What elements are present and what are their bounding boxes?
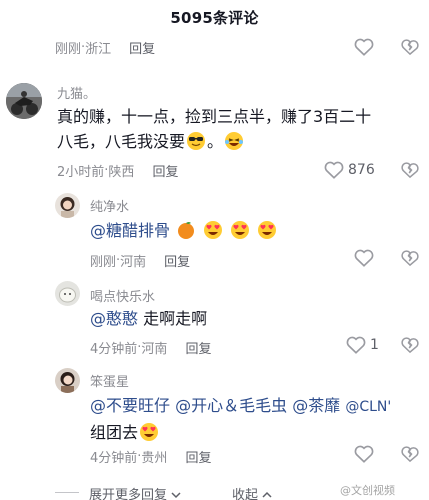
broken-heart-icon	[401, 250, 419, 267]
like-count: 876	[348, 162, 375, 178]
like-button[interactable]	[354, 249, 374, 267]
comment-time: 刚刚	[55, 42, 82, 57]
top-comment-meta: 刚刚 · 浙江 回复	[55, 38, 156, 57]
comment-count-title: 5095条评论	[170, 8, 259, 27]
chevron-down-icon	[171, 492, 181, 499]
comment-text-line: 八毛，八毛我没要。	[57, 129, 422, 154]
laughing-tears-emoji	[224, 131, 244, 151]
like-button[interactable]: 1	[346, 336, 379, 354]
heart-eyes-emoji	[230, 220, 250, 240]
mention-link[interactable]: @不要旺仔	[90, 396, 170, 415]
dislike-button[interactable]	[401, 445, 419, 463]
comment-username[interactable]: 九猫。	[57, 83, 96, 102]
reply-meta: 4分钟前 · 河南 回复	[90, 338, 212, 357]
heart-icon	[346, 336, 366, 354]
heart-icon	[354, 249, 374, 267]
reply-username[interactable]: 笨蛋星	[90, 371, 129, 390]
avatar[interactable]	[55, 368, 80, 393]
mention-line: @不要旺仔 @开心＆毛毛虫 @茶靡 @CLN'	[90, 393, 425, 420]
avatar[interactable]	[55, 281, 80, 306]
like-button[interactable]	[354, 38, 374, 56]
girl-avatar-image	[55, 193, 80, 218]
comment-time: 刚刚	[90, 255, 117, 270]
reply-button[interactable]: 回复	[185, 447, 211, 466]
dislike-button[interactable]	[401, 161, 419, 179]
mention-link[interactable]: @糖醋排骨	[90, 221, 170, 240]
avatar[interactable]	[6, 83, 42, 119]
reply-text: @糖醋排骨	[90, 218, 278, 243]
like-button[interactable]: 876	[324, 161, 375, 179]
mascot-avatar-image	[55, 281, 80, 306]
reply-username[interactable]: 纯净水	[90, 196, 129, 215]
broken-heart-icon	[401, 446, 419, 463]
dislike-button[interactable]	[401, 38, 419, 56]
comment-time: 4分钟前	[90, 342, 138, 357]
reply-username[interactable]: 喝点快乐水	[90, 286, 155, 305]
comment-location: 贵州	[141, 451, 168, 466]
comment-time: 4分钟前	[90, 451, 138, 466]
heart-icon	[354, 38, 374, 56]
comment-location: 河南	[141, 342, 168, 357]
comment-text-line: 真的赚，十一点，捡到三点半，赚了3百二十	[57, 107, 372, 126]
like-button[interactable]	[354, 445, 374, 463]
collapse-replies-button[interactable]: 收起	[232, 484, 272, 500]
broken-heart-icon	[401, 162, 419, 179]
orange-emoji	[176, 220, 196, 240]
watermark: @文创视频	[340, 484, 395, 497]
comment-text: 真的赚，十一点，捡到三点半，赚了3百二十 八毛，八毛我没要。	[57, 104, 422, 154]
heart-eyes-emoji	[139, 422, 159, 442]
reply-button[interactable]: 回复	[152, 161, 178, 180]
heart-icon	[324, 161, 344, 179]
chevron-up-icon	[262, 491, 272, 498]
mention-link[interactable]: @茶靡	[292, 396, 340, 415]
reply-text: @憨憨 走啊走啊	[90, 309, 208, 328]
mention-link[interactable]: @开心＆毛毛虫	[175, 396, 287, 415]
broken-heart-icon	[401, 337, 419, 354]
motorcycle-avatar-image	[6, 83, 42, 119]
comment-location: 浙江	[85, 42, 112, 57]
comment-location: 陕西	[108, 165, 135, 180]
dislike-button[interactable]	[401, 336, 419, 354]
comment-time: 2小时前	[57, 165, 105, 180]
mention-link[interactable]: @CLN'	[345, 399, 391, 415]
dislike-button[interactable]	[401, 249, 419, 267]
reply-button[interactable]: 回复	[185, 338, 211, 357]
heart-eyes-emoji	[257, 220, 277, 240]
reply-button[interactable]: 回复	[129, 38, 155, 57]
divider	[55, 492, 79, 493]
comments-header: 5095条评论	[0, 0, 429, 34]
comment-meta: 2小时前 · 陕西 回复	[57, 161, 179, 180]
reply-text: @不要旺仔 @开心＆毛毛虫 @茶靡 @CLN' 组团去	[90, 393, 425, 445]
reply-button[interactable]: 回复	[164, 251, 190, 270]
girl-avatar-image	[55, 368, 80, 393]
reply-meta: 刚刚 · 河南 回复	[90, 251, 191, 270]
heart-eyes-emoji	[203, 220, 223, 240]
expand-more-replies-button[interactable]: 展开更多回复	[89, 484, 181, 500]
like-count: 1	[370, 337, 379, 353]
mention-link[interactable]: @憨憨	[90, 309, 138, 328]
avatar[interactable]	[55, 193, 80, 218]
reply-meta: 4分钟前 · 贵州 回复	[90, 447, 212, 466]
comment-text-line: 组团去	[90, 420, 425, 445]
broken-heart-icon	[401, 39, 419, 56]
comment-location: 河南	[120, 255, 147, 270]
heart-icon	[354, 445, 374, 463]
cool-face-emoji	[186, 131, 206, 151]
